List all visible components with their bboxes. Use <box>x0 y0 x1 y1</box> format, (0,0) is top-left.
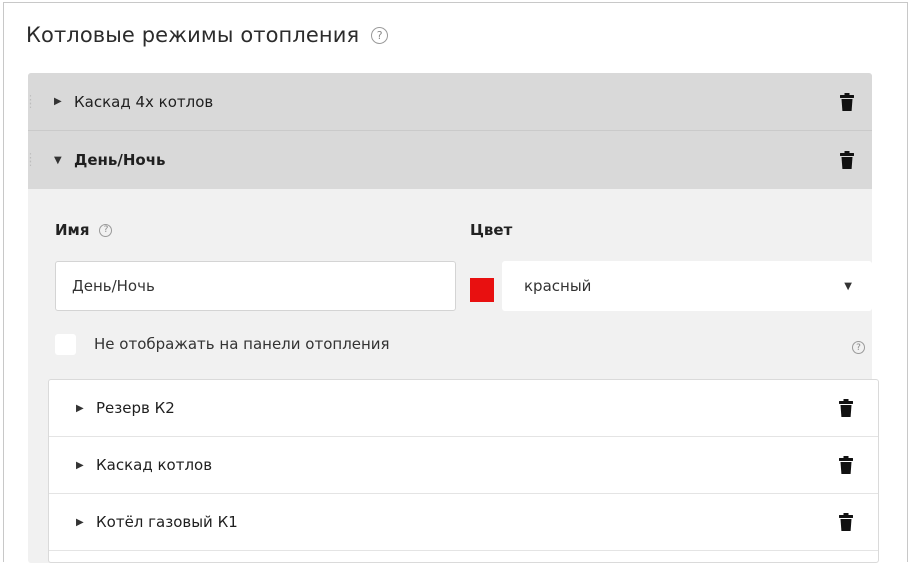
color-label-text: Цвет <box>470 221 513 239</box>
hide-from-panel-label[interactable]: Не отображать на панели отопления <box>94 335 390 353</box>
trash-icon[interactable] <box>839 456 853 474</box>
name-field-label: Имя ? <box>55 221 113 239</box>
help-icon[interactable]: ? <box>99 223 113 237</box>
caret-right-icon[interactable]: ▶ <box>76 460 90 471</box>
submodes-list: ▶ Резерв К2 ▶ Каскад котлов ▶ Котёл газо… <box>48 379 879 563</box>
boiler-modes-panel: Котловые режимы отопления ? ⋮ ⋮ ▶ Каскад … <box>3 2 908 563</box>
modes-list: ⋮ ⋮ ▶ Каскад 4х котлов ⋮ ⋮ ▼ День/Ночь Имя… <box>25 73 879 563</box>
name-input[interactable] <box>55 261 456 311</box>
help-icon[interactable]: ? <box>371 26 389 44</box>
trash-icon[interactable] <box>840 151 854 169</box>
drag-handle-icon[interactable]: ⋮ ⋮ <box>25 152 36 167</box>
trash-icon[interactable] <box>840 93 854 111</box>
mode-row-day-night[interactable]: ⋮ ⋮ ▼ День/Ночь <box>25 131 872 189</box>
submode-row-gas-boiler-k1[interactable]: ▶ Котёл газовый К1 <box>49 494 878 551</box>
caret-right-icon[interactable]: ▶ <box>76 517 90 528</box>
drag-handle-icon[interactable]: ⋮ ⋮ <box>25 94 36 109</box>
help-icon[interactable]: ? <box>852 341 865 354</box>
mode-row-cascade-4[interactable]: ⋮ ⋮ ▶ Каскад 4х котлов <box>25 73 872 131</box>
page-title: Котловые режимы отопления ? <box>26 23 389 47</box>
submode-label[interactable]: Каскад котлов <box>96 456 212 474</box>
mode-label[interactable]: Каскад 4х котлов <box>74 93 213 111</box>
chevron-down-icon[interactable]: ▼ <box>844 281 852 292</box>
submode-label[interactable]: Котёл газовый К1 <box>96 513 238 531</box>
color-select-value: красный <box>524 277 592 295</box>
trash-icon[interactable] <box>839 399 853 417</box>
caret-right-icon[interactable]: ▶ <box>76 403 90 414</box>
mode-label[interactable]: День/Ночь <box>74 151 166 169</box>
color-swatch <box>470 278 494 302</box>
page-title-text: Котловые режимы отопления <box>26 23 360 47</box>
trash-icon[interactable] <box>839 513 853 531</box>
submode-row-reserve-k2[interactable]: ▶ Резерв К2 <box>49 380 878 437</box>
submode-row-boiler-cascade[interactable]: ▶ Каскад котлов <box>49 437 878 494</box>
color-select[interactable]: красный ▼ <box>502 261 872 311</box>
name-label-text: Имя <box>55 221 90 239</box>
hide-from-panel-checkbox[interactable] <box>55 334 76 355</box>
caret-right-icon[interactable]: ▶ <box>54 96 68 107</box>
caret-down-icon[interactable]: ▼ <box>54 155 68 166</box>
color-field-label: Цвет <box>470 221 512 239</box>
submode-label[interactable]: Резерв К2 <box>96 399 175 417</box>
